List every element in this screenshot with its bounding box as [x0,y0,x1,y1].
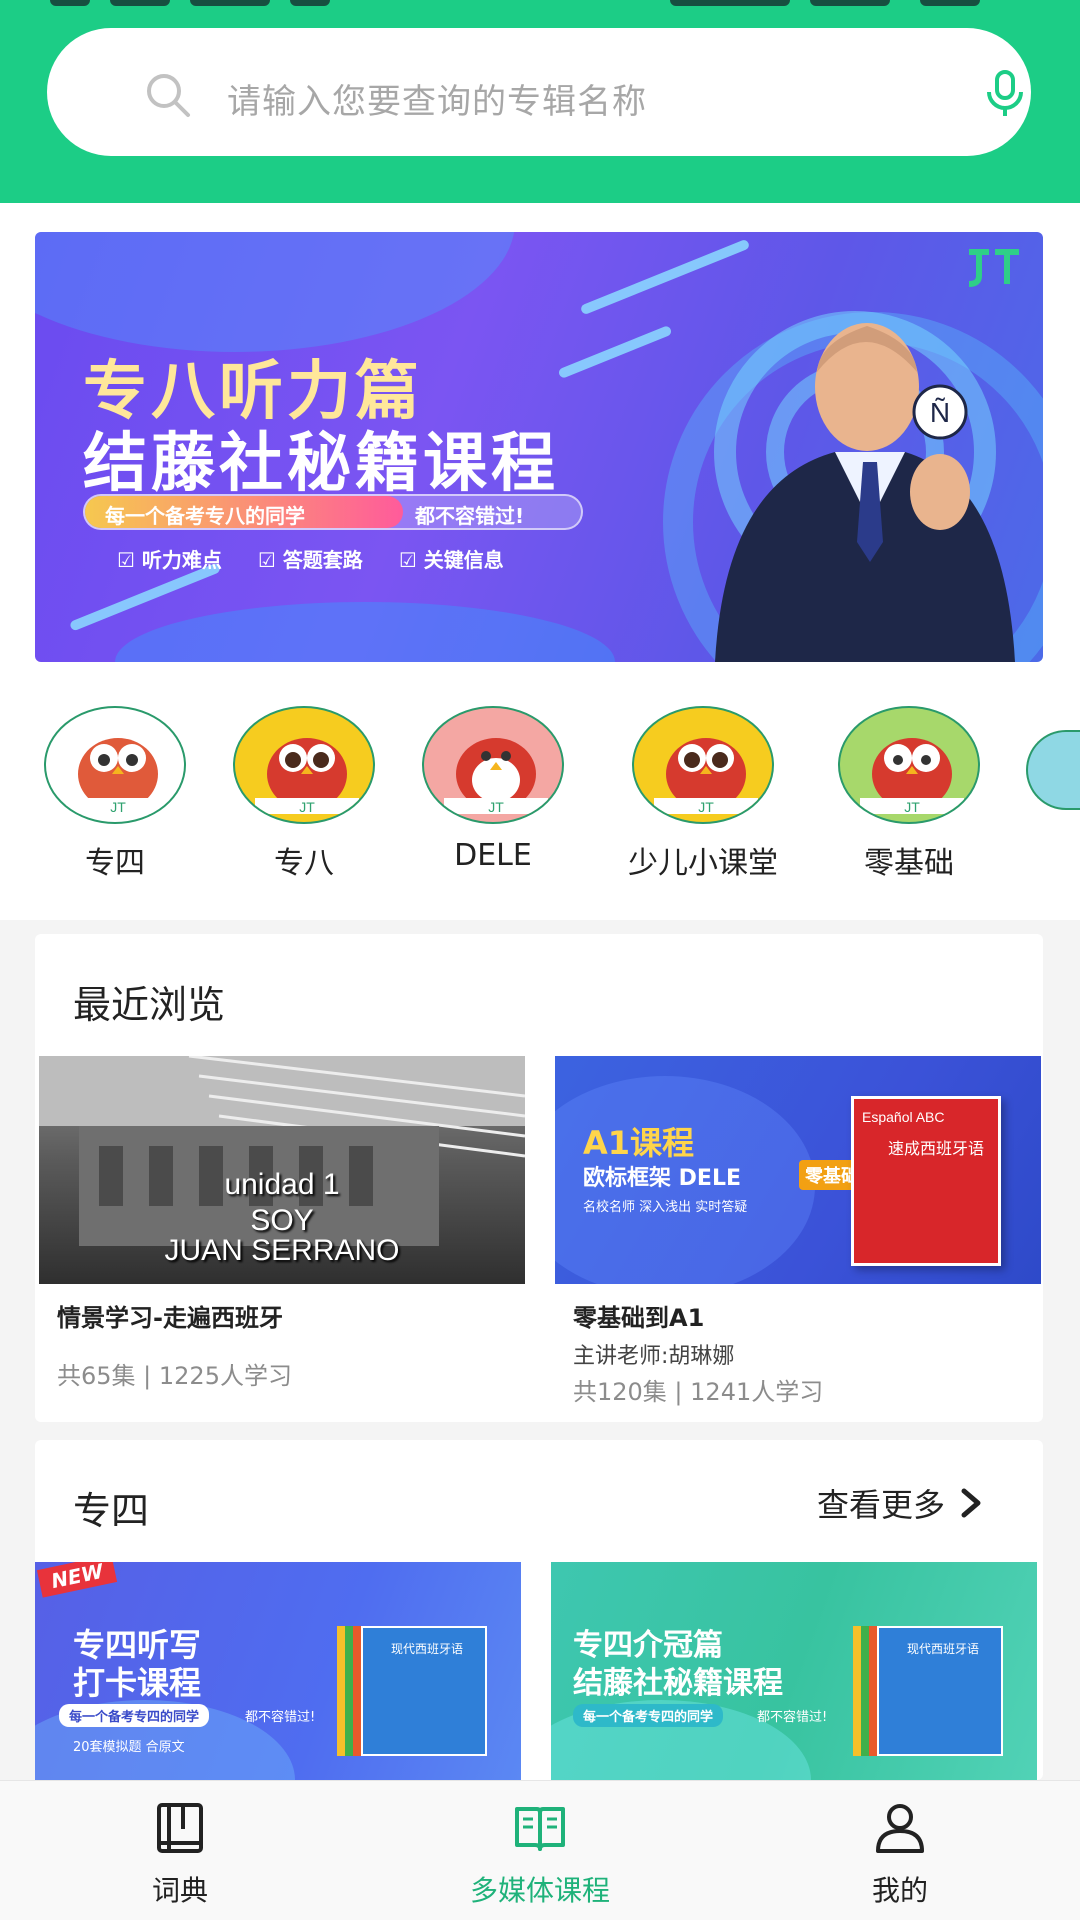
svg-text:Ñ: Ñ [930,397,950,428]
check-item: ☑ 答题套路 [257,548,363,572]
check-item: ☑ 听力难点 [117,548,222,572]
search-input[interactable]: 请输入您要查询的专辑名称 [227,74,647,123]
svg-text:JT: JT [488,799,504,814]
course-thumbnail[interactable]: A1课程 欧标框架 DELE 零基础 名校名师 深入浅出 实时答疑 Españo… [555,1056,1041,1284]
card-title-2: 打卡课程 [73,1664,202,1702]
course-teacher: 主讲老师:胡琳娜 [573,1344,735,1369]
svg-text:JT: JT [698,799,714,814]
card-bullets: 20套模拟题 合原文 [73,1740,185,1755]
chevron-right-icon [961,1488,981,1518]
owl-mascot-icon: JT [255,738,359,814]
promo-banner[interactable]: 专八听力篇 结藤社秘籍课程 每一个备考专八的同学 都不容错过! ☑ 听力难点 ☑… [35,232,1043,662]
course-card-zhuansi-dictation[interactable]: NEW 专四听写 打卡课程 每一个备考专四的同学 都不容错过! 20套模拟题 合… [35,1562,521,1780]
search-bar[interactable]: 请输入您要查询的专辑名称 [47,28,1031,156]
category-label: DELE [454,838,532,873]
see-more-link[interactable]: 查看更多 [817,1480,983,1526]
section-title: 最近浏览 [73,983,226,1027]
open-book-icon [515,1807,565,1851]
category-label: 零基础 [864,846,954,881]
user-icon [876,1804,924,1853]
category-label: 专四 [85,846,145,881]
book-image: 现代西班牙语 [877,1626,1003,1756]
owl-mascot-icon: JT [444,738,548,814]
course-card-zhuansi-prepositions[interactable]: 专四介冠篇 结藤社秘籍课程 每一个备考专四的同学 都不容错过! 现代西班牙语 [551,1562,1037,1780]
card-tagline: 每一个备考专四的同学 [59,1704,210,1727]
top-header: 请输入您要查询的专辑名称 [0,0,1080,203]
card-tagline-2: 都不容错过! [245,1710,316,1725]
nav-dictionary[interactable]: 词典 [70,1801,290,1909]
card-title-2: 结藤社秘籍课程 [573,1666,783,1701]
status-bar [50,0,1030,6]
book-image: 现代西班牙语 [361,1626,487,1756]
card-tagline-2: 都不容错过! [757,1710,828,1725]
thumbnail-points: 名校名师 深入浅出 实时答疑 [583,1200,748,1215]
zhuansi-section: 专四 查看更多 NEW 专四听写 打卡课程 每一个备考专四的同学 都不容错过! … [35,1440,1043,1780]
nav-label: 多媒体课程 [469,1874,610,1907]
course-meta: 共120集 | 1241人学习 [573,1378,824,1406]
thumbnail-text: SOY [250,1204,314,1237]
category-label: 少儿小课堂 [628,846,778,881]
card-tagline: 每一个备考专四的同学 [573,1704,724,1727]
brand-logo-icon [968,249,1019,287]
search-icon [147,74,190,117]
thumbnail-title: A1课程 [583,1124,695,1162]
banner-title-2: 结藤社秘籍课程 [83,427,559,501]
banner-checklist: ☑ 听力难点 ☑ 答题套路 ☑ 关键信息 [117,544,504,573]
svg-text:JT: JT [904,799,920,814]
check-item: ☑ 关键信息 [398,548,504,572]
nav-profile[interactable]: 我的 [790,1801,1010,1909]
thumbnail-text: JUAN SERRANO [164,1234,400,1267]
bottom-navigation: 词典 多媒体课程 我的 [0,1780,1080,1920]
section-title: 专四 [73,1489,150,1533]
svg-text:JT: JT [299,799,315,814]
teacher-photo: Ñ [714,311,1015,662]
course-title[interactable]: 情景学习-走遍西班牙 [57,1298,283,1333]
category-label: 专八 [274,846,334,881]
course-title[interactable]: 零基础到A1 [573,1298,704,1333]
recent-section: 最近浏览 unidad 1 SOY JUAN SERRANO A1课程 欧标框架… [35,934,1043,1422]
dictionary-icon [157,1803,203,1853]
nav-label: 我的 [871,1874,928,1907]
thumbnail-text: unidad 1 [224,1168,340,1201]
course-thumbnail[interactable]: unidad 1 SOY JUAN SERRANO [39,1056,525,1284]
owl-mascot-icon: JT [66,738,170,814]
owl-mascot-icon: JT [654,738,758,814]
book-image: Español ABC 速成西班牙语 [851,1096,1001,1266]
owl-mascot-icon: JT [860,738,964,814]
nav-multimedia-courses[interactable]: 多媒体课程 [430,1801,650,1909]
banner-tagline: 每一个备考专八的同学 都不容错过! [83,494,583,530]
thumbnail-sub: 欧标框架 DELE [583,1166,741,1191]
svg-text:JT: JT [110,799,126,814]
microphone-icon[interactable] [985,70,1025,118]
new-badge: NEW [36,1562,118,1598]
nav-label: 词典 [151,1874,208,1907]
course-meta: 共65集 | 1225人学习 [57,1362,292,1390]
